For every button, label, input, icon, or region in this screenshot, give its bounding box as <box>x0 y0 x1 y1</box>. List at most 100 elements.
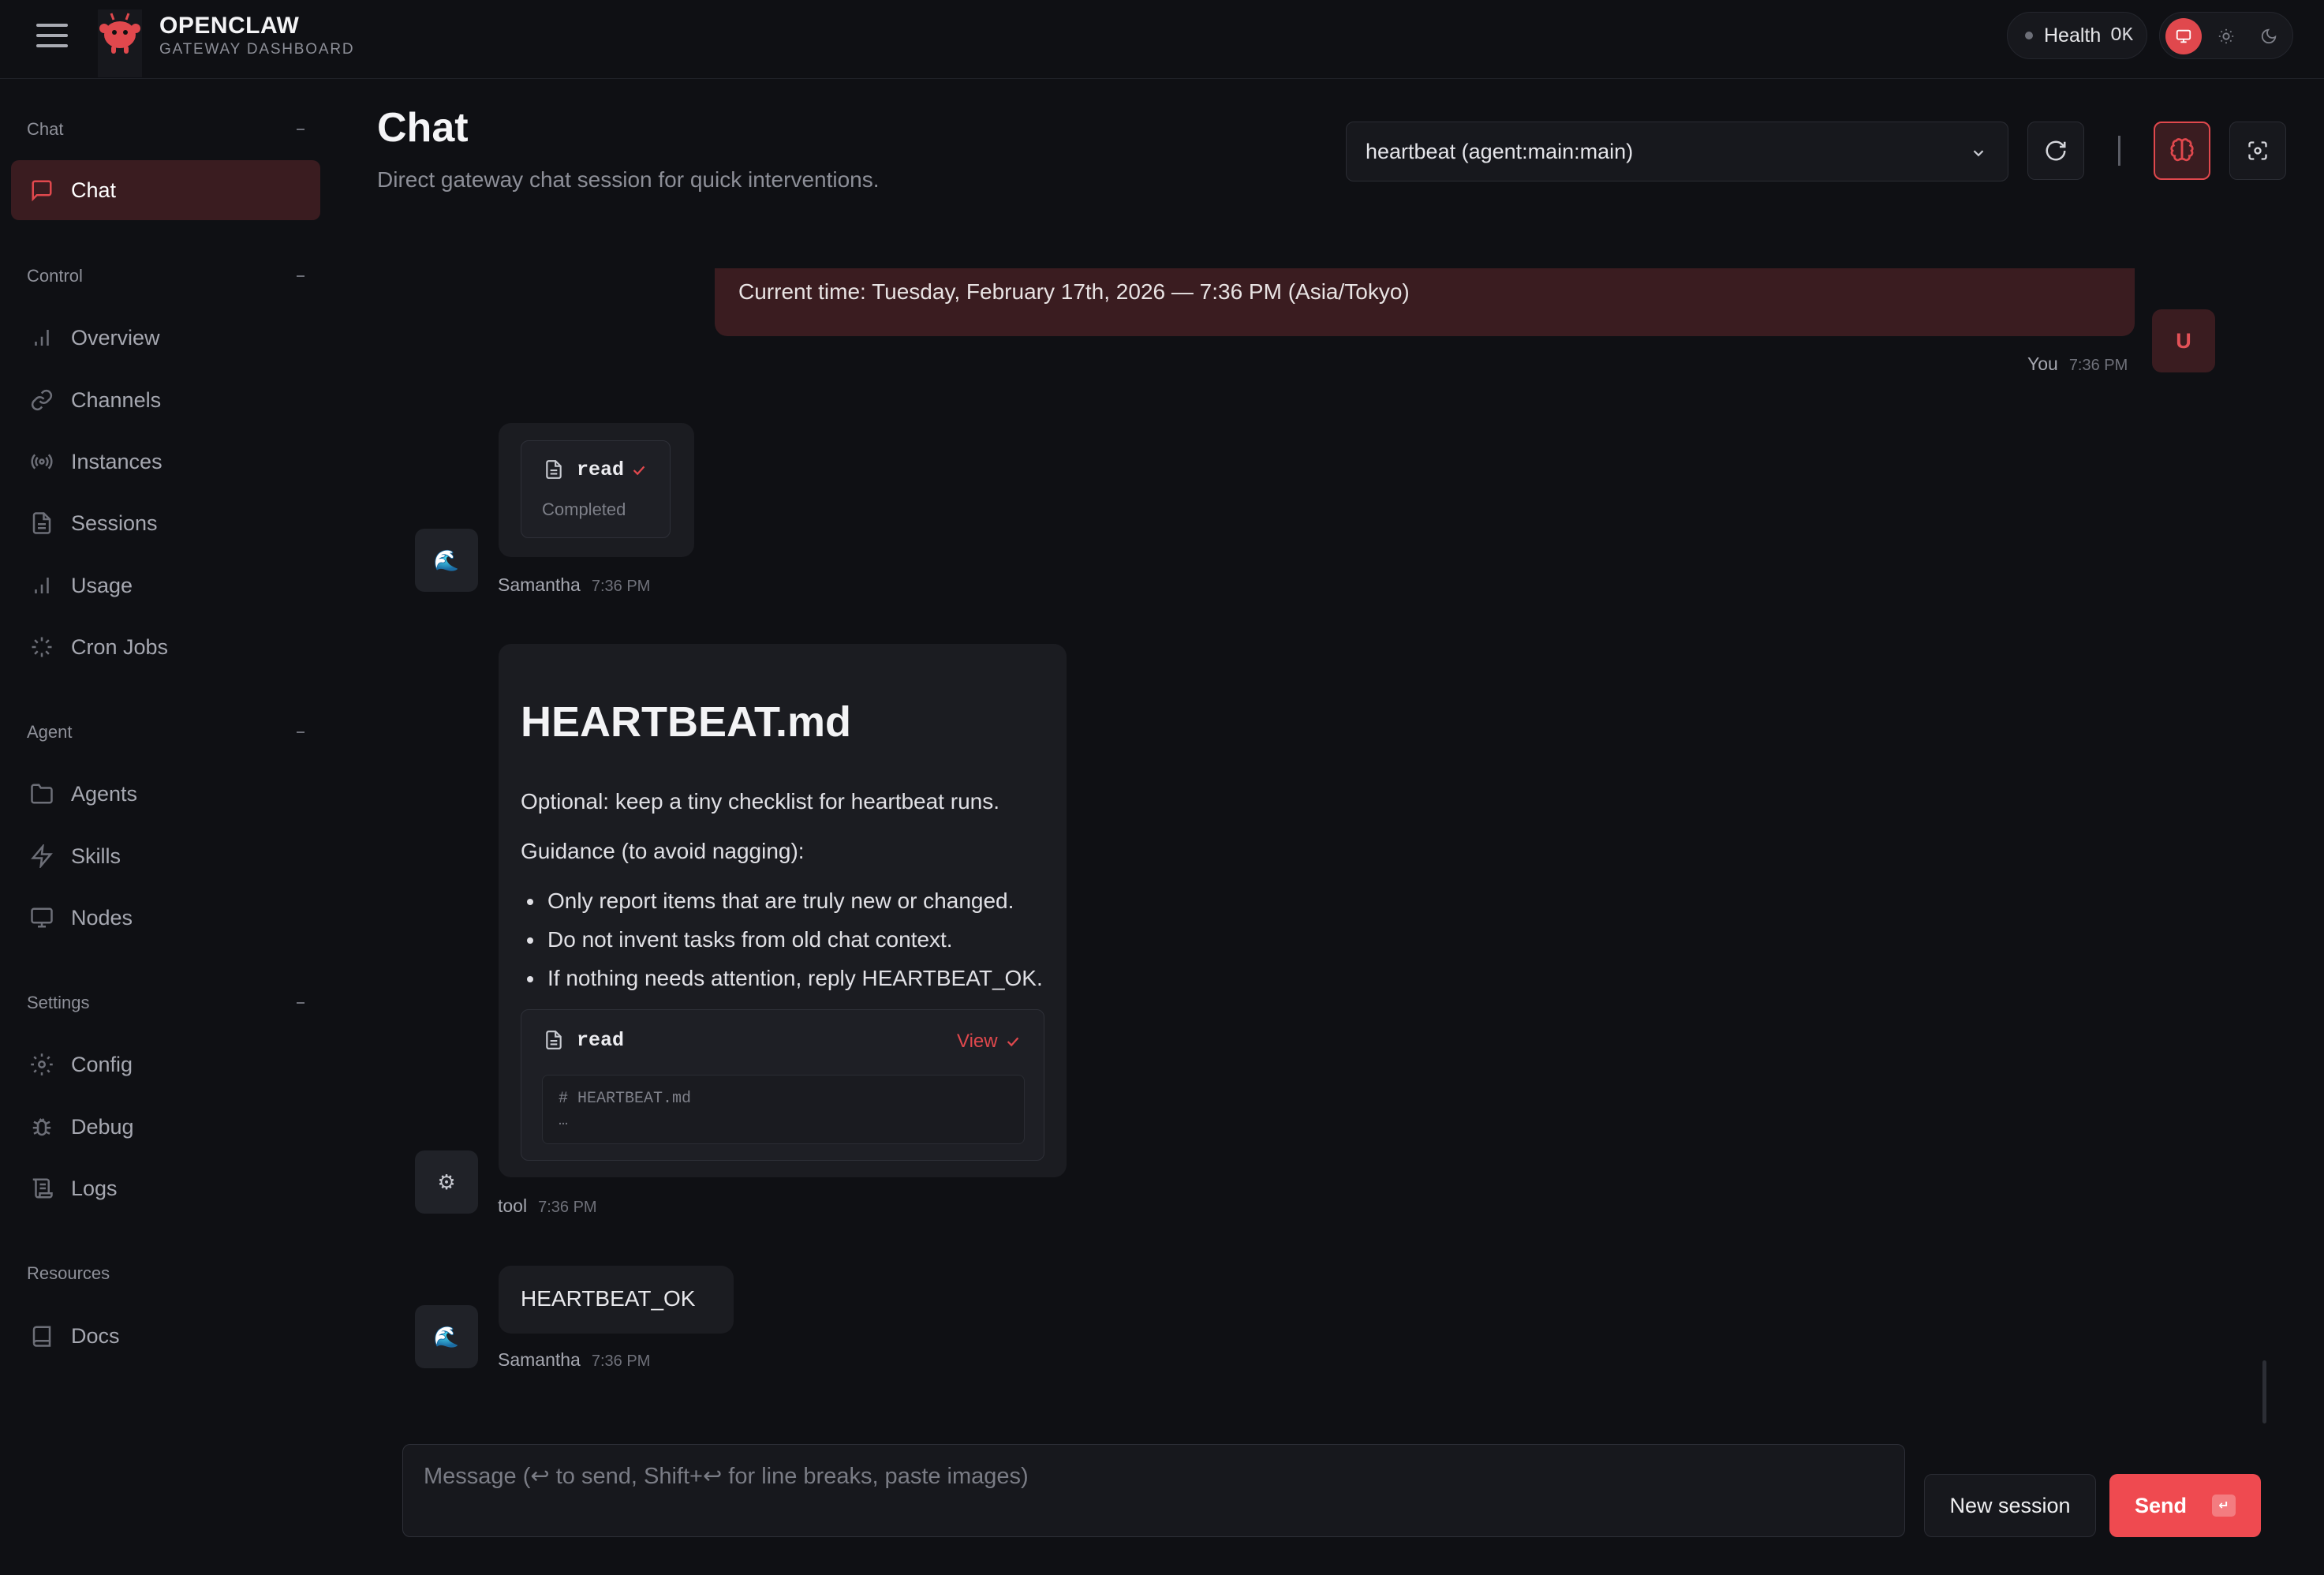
bar-chart-icon <box>35 330 49 346</box>
tool-name: read <box>577 1029 625 1052</box>
theme-light-button[interactable] <box>2208 18 2244 54</box>
refresh-icon <box>2046 140 2066 161</box>
loader-icon <box>32 637 52 657</box>
sidebar-item-config[interactable]: Config <box>11 1034 320 1094</box>
timestamp: 7:36 PM <box>2068 357 2128 374</box>
list-item: Only report items that are truly new or … <box>527 889 1014 914</box>
sidebar-item-agents[interactable]: Agents <box>11 764 320 824</box>
page-subtitle: Direct gateway chat session for quick in… <box>377 167 880 192</box>
collapse-icon[interactable] <box>297 1002 305 1004</box>
sidebar-item-label: Chat <box>71 178 117 202</box>
file-icon <box>546 460 562 479</box>
sidebar-item-usage[interactable]: Usage <box>11 556 320 615</box>
collapse-icon[interactable] <box>297 129 305 130</box>
message-icon <box>32 180 52 202</box>
zap-icon <box>31 844 53 868</box>
brain-icon <box>2170 138 2194 162</box>
user-message-meta: You 7:36 PM <box>2027 354 2128 375</box>
thinking-toggle-button[interactable] <box>2154 122 2210 180</box>
chat-scrollbar[interactable] <box>2262 1360 2266 1423</box>
assistant-message-meta: Samantha 7:36 PM <box>498 1349 650 1371</box>
theme-switcher <box>2159 12 2293 59</box>
sidebar-item-label: Agents <box>71 781 138 806</box>
moon-icon <box>2261 28 2277 44</box>
sidebar-item-label: Overview <box>71 325 160 350</box>
sidebar-item-skills[interactable]: Skills <box>11 826 320 886</box>
send-button-label: Send <box>2135 1493 2188 1517</box>
list-item-text: If nothing needs attention, reply HEARTB… <box>547 966 1043 990</box>
file-icon <box>546 1031 562 1049</box>
markdown-paragraph: Guidance (to avoid nagging): <box>521 839 805 863</box>
page-title: Chat <box>377 105 469 151</box>
sidebar-item-label: Usage <box>71 573 133 597</box>
new-session-button[interactable]: New session <box>1924 1474 2096 1537</box>
list-item: If nothing needs attention, reply HEARTB… <box>527 966 1043 991</box>
theme-system-button[interactable] <box>2165 18 2202 54</box>
status-dot-icon <box>2025 32 2033 39</box>
gear-icon <box>31 1053 53 1076</box>
sidebar-item-instances[interactable]: Instances <box>11 432 320 492</box>
sidebar-item-label: Config <box>71 1052 133 1076</box>
section-label-settings[interactable]: Settings <box>27 993 90 1013</box>
sidebar-item-logs[interactable]: Logs <box>11 1158 320 1218</box>
sun-icon <box>2218 28 2234 44</box>
message-input-placeholder: Message (↩ to send, Shift+↩ for line bre… <box>424 1464 1029 1489</box>
user-message-bubble: Current time: Tuesday, February 17th, 20… <box>715 268 2135 336</box>
sidebar-item-label: Nodes <box>71 905 133 930</box>
markdown-heading: HEARTBEAT.md <box>521 698 852 746</box>
sidebar-item-overview[interactable]: Overview <box>11 308 320 368</box>
theme-dark-button[interactable] <box>2251 18 2287 54</box>
code-line: # HEARTBEAT.md <box>559 1090 692 1108</box>
timestamp: 7:36 PM <box>538 1199 597 1216</box>
refresh-button[interactable] <box>2027 122 2084 180</box>
sidebar-item-chat[interactable]: Chat <box>11 160 320 220</box>
sidebar-item-debug[interactable]: Debug <box>11 1097 320 1157</box>
tool-call-card[interactable]: read Completed <box>521 440 671 538</box>
message-input[interactable]: Message (↩ to send, Shift+↩ for line bre… <box>402 1444 1905 1537</box>
monitor-icon <box>2176 29 2191 43</box>
sidebar-item-label: Cron Jobs <box>71 634 169 659</box>
code-preview: # HEARTBEAT.md … <box>542 1075 1025 1144</box>
sidebar-item-nodes[interactable]: Nodes <box>11 888 320 948</box>
sidebar-item-cron-jobs[interactable]: Cron Jobs <box>11 617 320 677</box>
send-button[interactable]: Send ↵ <box>2109 1474 2261 1537</box>
menu-icon[interactable] <box>36 24 68 51</box>
section-label-agent[interactable]: Agent <box>27 722 73 743</box>
sidebar-item-docs[interactable]: Docs <box>11 1306 320 1366</box>
sidebar-item-label: Channels <box>71 387 162 412</box>
section-label-control[interactable]: Control <box>27 266 83 286</box>
openclaw-logo <box>98 9 142 77</box>
section-label-resources[interactable]: Resources <box>27 1263 110 1284</box>
sidebar-item-label: Docs <box>71 1323 120 1348</box>
collapse-icon[interactable] <box>297 731 305 733</box>
tool-message-meta: tool 7:36 PM <box>498 1195 597 1217</box>
markdown-paragraph: Optional: keep a tiny checklist for hear… <box>521 789 999 814</box>
tool-status: Completed <box>542 499 626 519</box>
sender-name: Samantha <box>498 574 581 595</box>
assistant-avatar: 🌊 <box>415 529 478 592</box>
focus-icon <box>2248 141 2267 160</box>
view-output-link[interactable]: View <box>957 1031 998 1053</box>
brand-subtitle: GATEWAY DASHBOARD <box>159 41 355 58</box>
focus-mode-button[interactable] <box>2229 122 2286 180</box>
chevron-down-icon <box>1973 150 1984 157</box>
divider <box>2118 136 2120 166</box>
user-avatar: U <box>2152 309 2215 372</box>
user-message-text: Current time: Tuesday, February 17th, 20… <box>738 279 1410 304</box>
radio-icon <box>31 454 53 470</box>
session-select[interactable]: heartbeat (agent:main:main) <box>1346 122 2008 181</box>
tool-output-card: read View # HEARTBEAT.md … <box>521 1009 1044 1161</box>
sender-name: You <box>2027 354 2058 374</box>
session-select-value: heartbeat (agent:main:main) <box>1366 139 1634 163</box>
tool-avatar: ⚙ <box>415 1150 478 1214</box>
tool-call-bubble: read Completed <box>499 423 694 557</box>
sidebar-item-channels[interactable]: Channels <box>11 370 320 430</box>
bar-chart-icon <box>35 578 49 593</box>
sidebar-item-sessions[interactable]: Sessions <box>11 493 320 553</box>
collapse-icon[interactable] <box>297 275 305 277</box>
sidebar-item-label: Sessions <box>71 511 158 535</box>
health-status: Health OK <box>2007 12 2147 59</box>
assistant-message-meta: Samantha 7:36 PM <box>498 574 650 596</box>
list-item-text: Only report items that are truly new or … <box>547 889 1014 913</box>
section-label-chat[interactable]: Chat <box>27 119 63 140</box>
